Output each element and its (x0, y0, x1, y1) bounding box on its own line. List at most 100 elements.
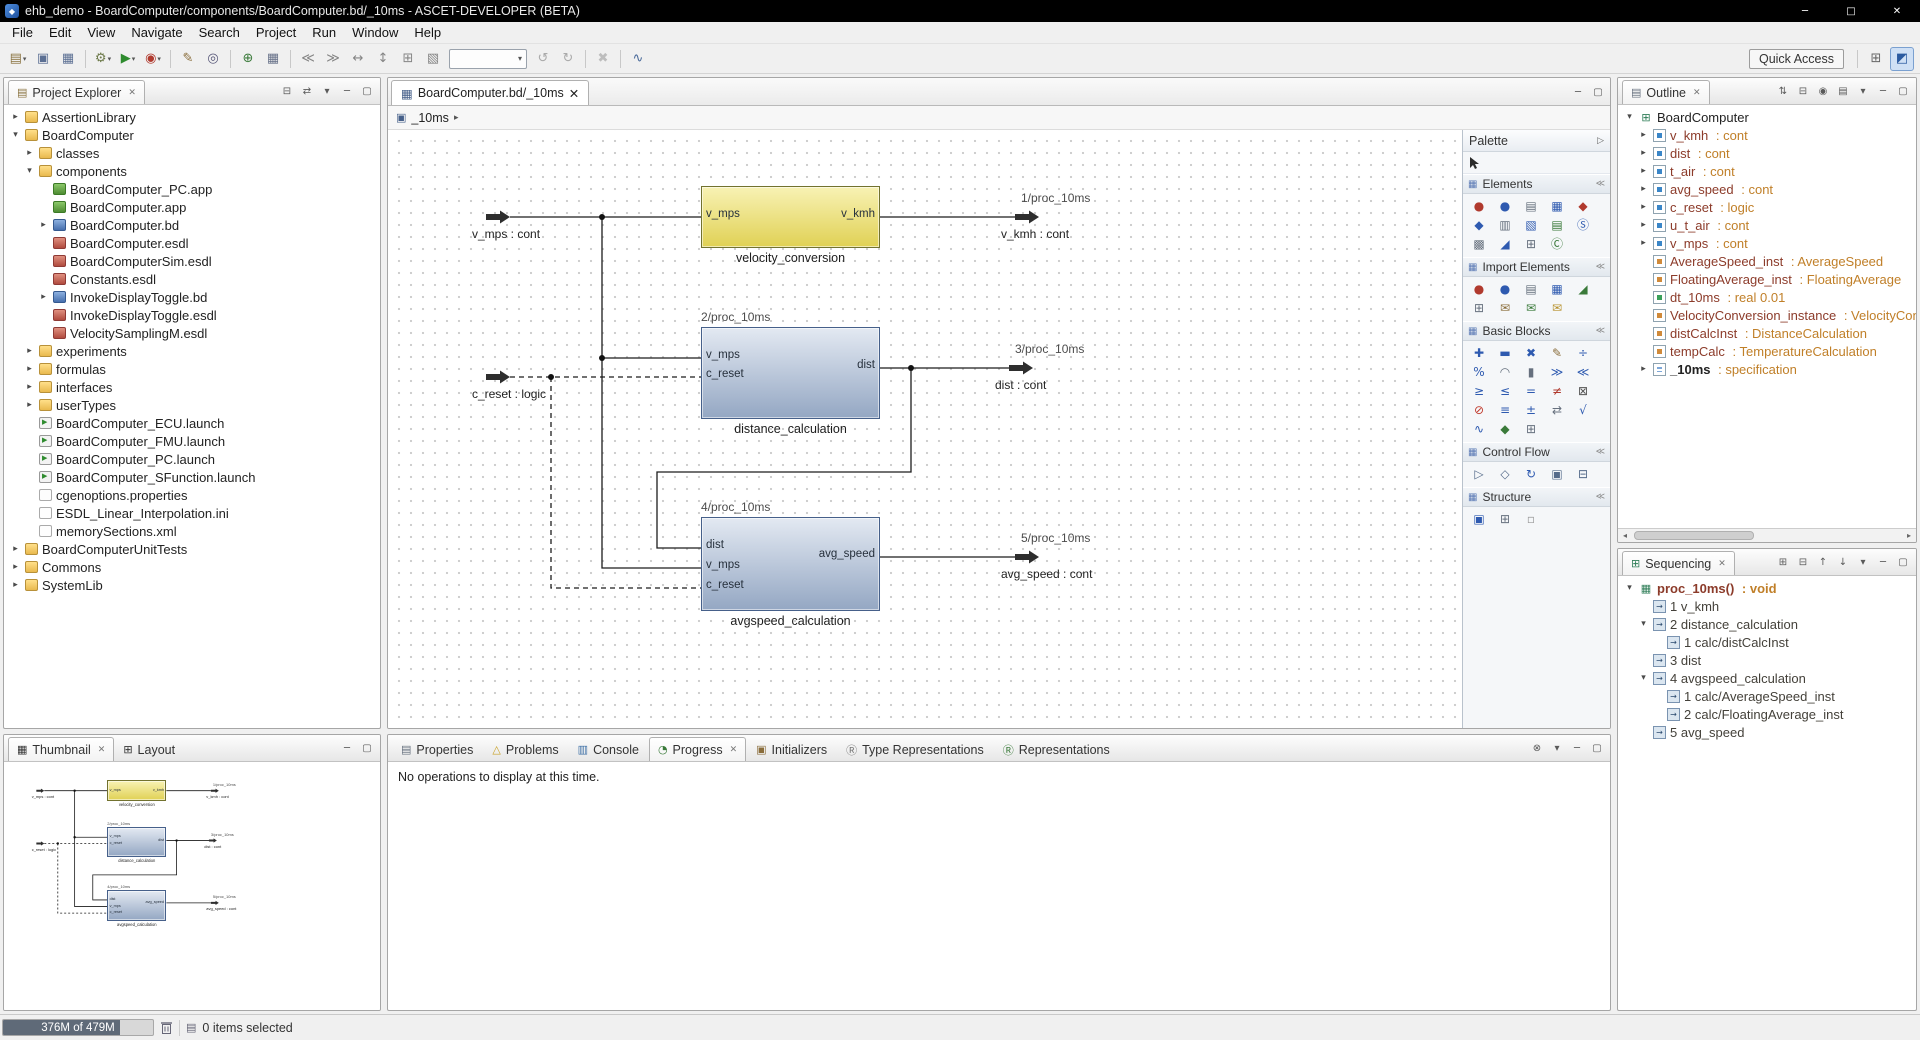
expand-arrow-icon[interactable]: ▸ (1638, 184, 1649, 194)
tree-item-systemlib[interactable]: ▸SystemLib (4, 576, 380, 594)
maximize-icon[interactable]: ▢ (1588, 740, 1606, 757)
debug-experiment-button[interactable]: ◉▾ (141, 47, 165, 71)
connection-wire[interactable] (602, 217, 701, 568)
tree-item-boardcomputer-sfunction-launch[interactable]: BoardComputer_SFunction.launch (4, 468, 380, 486)
expand-arrow-icon[interactable]: ▸ (1638, 238, 1649, 248)
sequence-step-1-calc-averagespeed-inst[interactable]: →1 calc/AverageSpeed_inst (1618, 687, 1916, 705)
align-left-button[interactable]: ≪ (296, 47, 320, 71)
tree-item-boardcomputer-bd[interactable]: ▸BoardComputer.bd (4, 216, 380, 234)
component-icon[interactable]: ▣ (1466, 509, 1492, 528)
edit-component-button[interactable]: ✎ (176, 47, 200, 71)
boundary-icon[interactable]: ▫ (1518, 509, 1544, 528)
greater-icon[interactable]: ≫ (1544, 362, 1570, 381)
input-port-icon[interactable] (36, 841, 44, 845)
numeric-parameter-icon[interactable]: ◆ (1466, 215, 1492, 234)
block-distance-calculation[interactable]: v_mpsc_resetdist (107, 827, 166, 857)
move-up-icon[interactable]: ↑ (1814, 554, 1832, 571)
matrix-parameter-icon[interactable]: ▧ (1518, 215, 1544, 234)
block-distance-calculation[interactable]: v_mpsc_resetdist (701, 327, 880, 419)
characteristic-icon[interactable]: ▩ (1466, 234, 1492, 253)
expand-arrow-icon[interactable]: ▾ (1624, 112, 1635, 122)
minimize-button[interactable]: ─ (1782, 0, 1828, 22)
close-button[interactable]: ✕ (1874, 0, 1920, 22)
palette-section-structure[interactable]: ▦Structure≪ (1463, 487, 1610, 507)
chevron-down-icon[interactable]: ▾ (518, 54, 522, 63)
minimize-icon[interactable]: ─ (1874, 554, 1892, 571)
outline-item-tempcalc[interactable]: tempCalc : TemperatureCalculation (1618, 342, 1916, 360)
close-icon[interactable]: ✕ (98, 745, 106, 755)
menu-run[interactable]: Run (304, 23, 344, 42)
matrix-icon[interactable]: ▦ (1544, 196, 1570, 215)
import-message-icon[interactable]: ✉ (1544, 298, 1570, 317)
tree-item-cgenoptions-properties[interactable]: cgenoptions.properties (4, 486, 380, 504)
palette-pin-icon[interactable]: ▷ (1597, 136, 1604, 146)
outline-item-velocityconversion-instance[interactable]: VelocityConversion_instance : VelocityCo… (1618, 306, 1916, 324)
import-message-receive-icon[interactable]: ✉ (1492, 298, 1518, 317)
not-equal-icon[interactable]: ≠ (1544, 381, 1570, 400)
heap-status[interactable]: 376M of 479M (2, 1019, 154, 1036)
import-matrix-icon[interactable]: ▦ (1544, 279, 1570, 298)
tree-item-classes[interactable]: ▸classes (4, 144, 380, 162)
outline-item-distcalcinst[interactable]: distCalcInst : DistanceCalculation (1618, 324, 1916, 342)
outline-root-boardcomputer[interactable]: ▾⊞BoardComputer (1618, 108, 1916, 126)
menu-edit[interactable]: Edit (41, 23, 79, 42)
tab-sequencing[interactable]: ⊞ Sequencing ✕ (1622, 551, 1735, 575)
block-input-pin[interactable]: c_reset (110, 911, 122, 915)
minimize-icon[interactable]: ─ (1874, 83, 1892, 100)
outline-item-v-mps[interactable]: ▸v_mps : cont (1618, 234, 1916, 252)
mux-icon[interactable]: ⊠ (1570, 381, 1596, 400)
zoom-combo[interactable]: ▾ (449, 49, 527, 69)
output-port-icon[interactable] (211, 901, 219, 905)
collapse-section-icon[interactable]: ≪ (1596, 492, 1605, 502)
array-icon[interactable]: ▤ (1518, 196, 1544, 215)
tree-item-velocitysamplingm-esdl[interactable]: VelocitySamplingM.esdl (4, 324, 380, 342)
block-velocity-conversion[interactable]: v_mpsv_kmh (107, 780, 166, 800)
tab-thumbnail[interactable]: ▦Thumbnail✕ (8, 737, 114, 761)
view-menu-icon[interactable]: ▾ (318, 83, 336, 100)
scroll-left-icon[interactable]: ◂ (1618, 531, 1632, 540)
tree-item-interfaces[interactable]: ▸interfaces (4, 378, 380, 396)
sequence-step-1-v-kmh[interactable]: →1 v_kmh (1618, 597, 1916, 615)
tab-project-explorer[interactable]: ▤ Project Explorer ✕ (8, 80, 145, 104)
tab-console[interactable]: ▥Console (569, 737, 648, 761)
outline-item-averagespeed-inst[interactable]: AverageSpeed_inst : AverageSpeed (1618, 252, 1916, 270)
outline-item-10ms[interactable]: ▸_10ms : specification (1618, 360, 1916, 378)
expand-arrow-icon[interactable]: ▸ (10, 112, 21, 122)
tree-item-invokedisplaytoggle-esdl[interactable]: InvokeDisplayToggle.esdl (4, 306, 380, 324)
collapse-section-icon[interactable]: ≪ (1596, 326, 1605, 336)
block-output-pin[interactable]: v_kmh (153, 789, 164, 793)
maximize-icon[interactable]: ▢ (358, 83, 376, 100)
block-input-pin[interactable]: c_reset (706, 369, 744, 381)
expand-arrow-icon[interactable]: ▸ (10, 580, 21, 590)
search-button[interactable]: ◎ (201, 47, 225, 71)
ascet-perspective-button[interactable]: ◩ (1890, 47, 1914, 71)
import-array-icon[interactable]: ▤ (1518, 279, 1544, 298)
constant-icon[interactable]: Ⓒ (1544, 234, 1570, 253)
switch-io-icon[interactable]: ⇄ (1544, 400, 1570, 419)
output-port-icon[interactable] (1015, 211, 1039, 224)
distribute-v-button[interactable]: ↕ (371, 47, 395, 71)
case-icon[interactable]: ◇ (1492, 464, 1518, 483)
quick-access-button[interactable]: Quick Access (1749, 49, 1844, 69)
expand-arrow-icon[interactable]: ▸ (1638, 166, 1649, 176)
collapse-all-icon[interactable]: ⊟ (1794, 554, 1812, 571)
block-output-pin[interactable]: avg_speed (146, 901, 165, 905)
maximize-icon[interactable]: ▢ (1894, 83, 1912, 100)
less-equal-icon[interactable]: ≤ (1492, 381, 1518, 400)
tree-item-esdl-linear-interpolation-ini[interactable]: ESDL_Linear_Interpolation.ini (4, 504, 380, 522)
sequence-step-2-distance-calculation[interactable]: ▾→2 distance_calculation (1618, 615, 1916, 633)
outline-item-v-kmh[interactable]: ▸v_kmh : cont (1618, 126, 1916, 144)
thumbnail-canvas[interactable]: v_mpsv_kmhvelocity_conversionv_mpsc_rese… (4, 762, 380, 1010)
maximize-icon[interactable]: ▢ (1589, 84, 1607, 101)
input-port-icon[interactable] (36, 789, 44, 793)
expand-arrow-icon[interactable]: ▸ (24, 364, 35, 374)
edit-formula-icon[interactable]: ✎ (1544, 343, 1570, 362)
subtract-icon[interactable]: ▬ (1492, 343, 1518, 362)
not-icon[interactable]: ⊘ (1466, 400, 1492, 419)
block-input-pin[interactable]: v_mps (110, 835, 121, 839)
collapse-section-icon[interactable]: ≪ (1596, 179, 1605, 189)
redo-button[interactable]: ↻ (556, 47, 580, 71)
tree-item-boardcomputer-fmu-launch[interactable]: BoardComputer_FMU.launch (4, 432, 380, 450)
block-input-pin[interactable]: c_reset (706, 580, 744, 592)
expand-arrow-icon[interactable]: ▸ (24, 346, 35, 356)
